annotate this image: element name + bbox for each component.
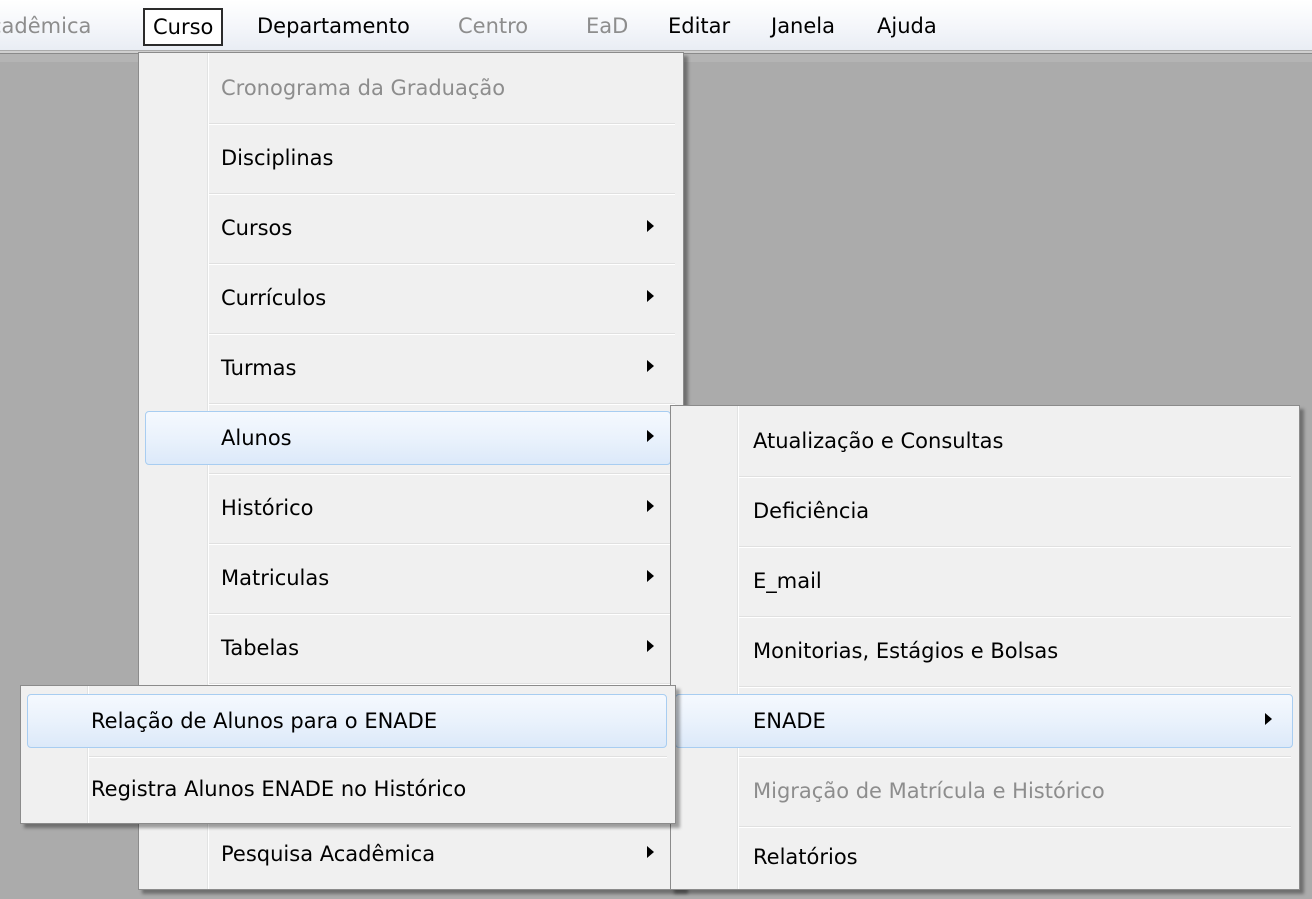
menu-item-label: Migração de Matrícula e Histórico <box>753 779 1105 803</box>
menu-item-label: Disciplinas <box>221 146 334 170</box>
submenu-arrow-icon <box>647 430 654 442</box>
menu-item-label: Cronograma da Graduação <box>221 76 506 100</box>
menu-item-label: Turmas <box>221 356 297 380</box>
menu-item-atualizacao-e-consultas[interactable]: Atualização e Consultas <box>671 406 1299 476</box>
menu-item-disciplinas[interactable]: Disciplinas <box>139 123 683 193</box>
menu-item-label: Tabelas <box>221 636 300 660</box>
menu-item-label: Matriculas <box>221 566 330 590</box>
menu-item-migracao-matricula-historico[interactable]: Migração de Matrícula e Histórico <box>671 756 1299 826</box>
menu-bar: cadêmica Curso Departamento Centro EaD E… <box>0 0 1312 50</box>
menu-item-cursos[interactable]: Cursos <box>139 193 683 263</box>
menu-item-email[interactable]: E_mail <box>671 546 1299 616</box>
submenu-arrow-icon <box>647 846 654 858</box>
menu-item-deficiencia[interactable]: Deficiência <box>671 476 1299 546</box>
menu-item-label: Registra Alunos ENADE no Histórico <box>91 777 467 801</box>
menu-item-cronograma-da-graduacao[interactable]: Cronograma da Graduação <box>139 53 683 123</box>
menu-centro[interactable]: Centro <box>458 10 528 42</box>
menu-item-enade[interactable]: ENADE <box>671 686 1299 756</box>
menu-item-label: Histórico <box>221 496 314 520</box>
menu-item-monitorias-estagios-bolsas[interactable]: Monitorias, Estágios e Bolsas <box>671 616 1299 686</box>
menu-item-label: Atualização e Consultas <box>753 429 1004 453</box>
menu-item-label: Relatórios <box>753 845 858 869</box>
menu-item-label: Alunos <box>221 426 292 450</box>
menu-item-registra-alunos-enade-historico[interactable]: Registra Alunos ENADE no Histórico <box>21 756 675 822</box>
menu-item-label: Cursos <box>221 216 293 240</box>
menu-item-label: ENADE <box>753 709 826 733</box>
menu-item-label: Currículos <box>221 286 327 310</box>
menu-item-pesquisa-academica[interactable]: Pesquisa Acadêmica <box>139 819 683 889</box>
submenu-arrow-icon <box>647 220 654 232</box>
menu-departamento[interactable]: Departamento <box>257 10 410 42</box>
menu-item-matriculas[interactable]: Matriculas <box>139 543 683 613</box>
menu-curso[interactable]: Curso <box>143 8 224 46</box>
submenu-arrow-icon <box>1265 713 1272 725</box>
menu-item-historico[interactable]: Histórico <box>139 473 683 543</box>
menu-item-alunos[interactable]: Alunos <box>139 403 683 473</box>
menu-item-turmas[interactable]: Turmas <box>139 333 683 403</box>
menu-janela[interactable]: Janela <box>771 10 835 42</box>
submenu-arrow-icon <box>647 570 654 582</box>
menu-item-curriculos[interactable]: Currículos <box>139 263 683 333</box>
menu-editar[interactable]: Editar <box>668 10 730 42</box>
menu-item-label: Deficiência <box>753 499 870 523</box>
submenu-arrow-icon <box>647 500 654 512</box>
menu-item-relatorios[interactable]: Relatórios <box>671 826 1299 888</box>
submenu-arrow-icon <box>647 290 654 302</box>
menu-item-relacao-alunos-enade[interactable]: Relação de Alunos para o ENADE <box>21 686 675 756</box>
menu-item-label: Monitorias, Estágios e Bolsas <box>753 639 1059 663</box>
menu-item-tabelas[interactable]: Tabelas <box>139 613 683 683</box>
menu-ajuda[interactable]: Ajuda <box>877 10 937 42</box>
alunos-submenu: Atualização e Consultas Deficiência E_ma… <box>670 405 1300 890</box>
submenu-arrow-icon <box>647 360 654 372</box>
menu-academica[interactable]: cadêmica <box>0 10 91 42</box>
menu-item-label: Pesquisa Acadêmica <box>221 842 436 866</box>
menu-item-label: E_mail <box>753 569 822 593</box>
menu-ead[interactable]: EaD <box>586 10 628 42</box>
submenu-arrow-icon <box>647 640 654 652</box>
menu-item-label: Relação de Alunos para o ENADE <box>91 709 438 733</box>
enade-submenu: Relação de Alunos para o ENADE Registra … <box>20 685 676 824</box>
